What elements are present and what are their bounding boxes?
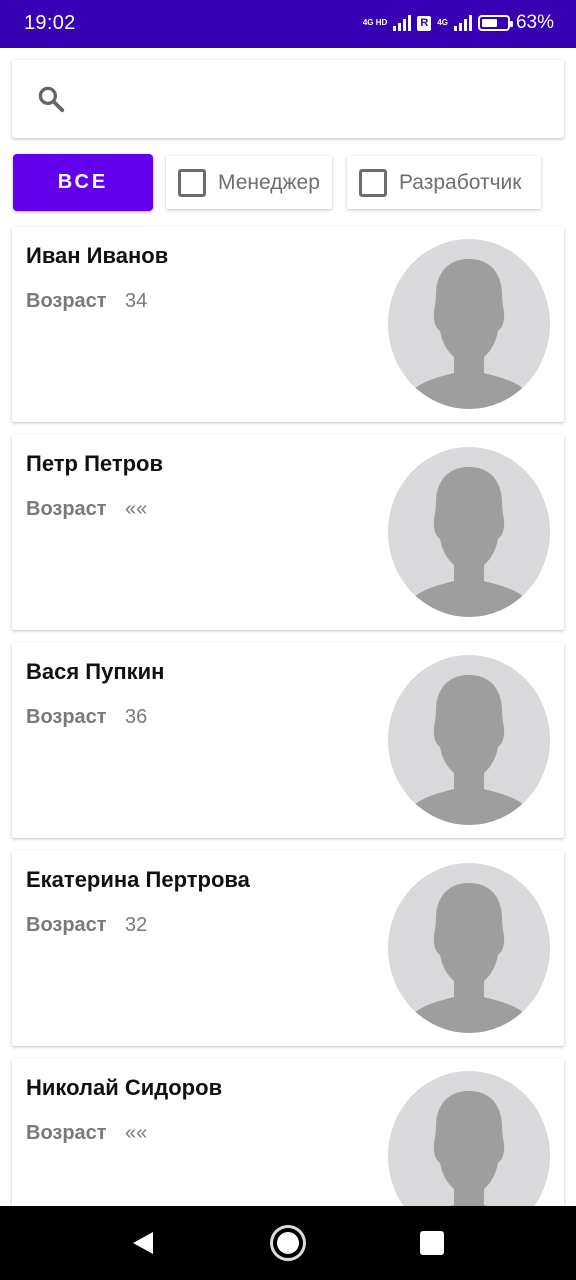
battery-icon [477, 15, 513, 31]
age-value: 32 [125, 914, 148, 936]
battery-percent: 63% [515, 12, 554, 33]
filter-developer-checkbox[interactable]: Разработчик [347, 156, 541, 209]
employee-name: Вася Пупкин [26, 659, 165, 684]
filter-manager-label: Менеджер [218, 170, 320, 194]
age-value: «« [125, 1122, 148, 1144]
avatar-placeholder-icon [388, 239, 550, 409]
status-bar: 19:02 4G HD R 4G 63% [0, 0, 576, 48]
status-time: 19:02 [24, 12, 76, 34]
employee-name: Николай Сидоров [26, 1075, 223, 1100]
filter-developer-label: Разработчик [399, 170, 522, 194]
home-icon[interactable] [270, 1225, 306, 1261]
signal-icon-2 [453, 15, 472, 31]
employee-card[interactable]: Екатерина Пертрова Возраст 32 [12, 851, 564, 1046]
filter-manager-checkbox[interactable]: Менеджер [166, 156, 332, 209]
roaming-icon: R [417, 15, 432, 31]
age-label: Возраст [26, 498, 107, 520]
avatar-placeholder-icon [388, 655, 550, 825]
back-icon[interactable] [130, 1230, 156, 1256]
employee-name: Иван Иванов [26, 243, 169, 268]
network-type-icon-2: 4G [437, 18, 448, 27]
network-type-icon: 4G HD [362, 18, 388, 27]
age-value: 36 [125, 706, 148, 728]
age-value: «« [125, 498, 148, 520]
filter-all-button[interactable]: ВСЕ [13, 154, 153, 211]
age-label: Возраст [26, 1122, 107, 1144]
employee-name: Екатерина Пертрова [26, 867, 250, 892]
age-label: Возраст [26, 706, 107, 728]
age-label: Возраст [26, 914, 107, 936]
employee-card[interactable]: Вася Пупкин Возраст 36 [12, 643, 564, 838]
employee-name: Петр Петров [26, 451, 164, 476]
employee-card[interactable]: Петр Петров Возраст «« [12, 435, 564, 630]
avatar-placeholder-icon [388, 447, 550, 617]
signal-icon [393, 15, 412, 31]
checkbox-icon[interactable] [359, 168, 387, 197]
checkbox-icon[interactable] [178, 168, 206, 197]
search-icon[interactable] [36, 84, 66, 114]
status-icons: 4G HD R 4G 63% [363, 12, 554, 34]
avatar-placeholder-icon [388, 863, 550, 1033]
search-input[interactable] [80, 78, 550, 120]
age-value: 34 [125, 290, 148, 312]
employee-card[interactable]: Иван Иванов Возраст 34 [12, 227, 564, 422]
recent-apps-icon[interactable] [420, 1231, 444, 1255]
age-label: Возраст [26, 290, 107, 312]
